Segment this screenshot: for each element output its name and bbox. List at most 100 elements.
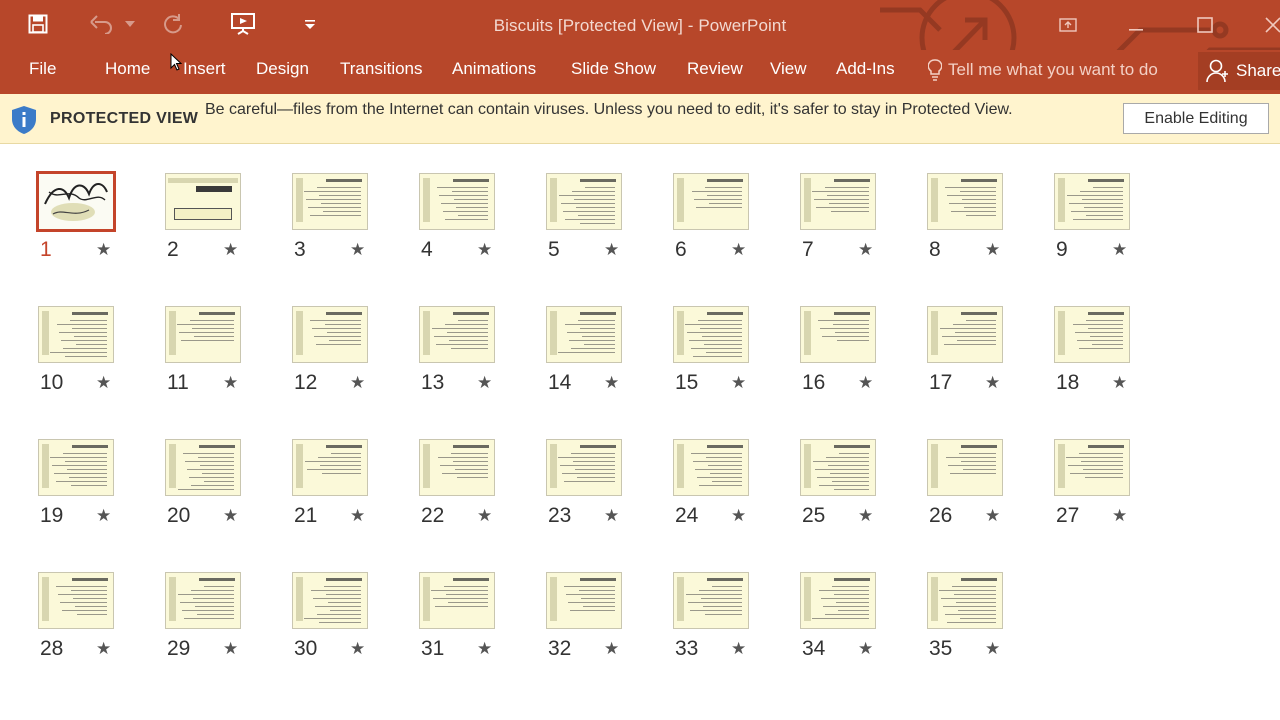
slide-thumbnail[interactable]: 19 ★ [38,439,118,533]
slide-thumbnail[interactable]: 28 ★ [38,572,118,666]
slide-sorter: 1 ★ 2 ★ 3 ★ 4 ★ 5 ★ 6 ★ 7 ★ 8 ★ 9 ★ 10 ★ 11 ★ 12 ★ 13 ★ 14 ★ 15 ★ 16 ★ 1… [0,145,1280,720]
star-icon[interactable]: ★ [604,373,619,393]
star-icon[interactable]: ★ [350,639,365,659]
star-icon[interactable]: ★ [985,240,1000,260]
slide-thumbnail[interactable]: 6 ★ [673,173,753,267]
enable-editing-button[interactable]: Enable Editing [1123,103,1269,134]
star-icon[interactable]: ★ [477,506,492,526]
slide-thumbnail[interactable]: 17 ★ [927,306,1007,400]
slide-thumbnail[interactable]: 14 ★ [546,306,626,400]
maximize-button[interactable] [1182,8,1228,42]
slide-number: 26 [929,504,953,527]
star-icon[interactable]: ★ [985,373,1000,393]
slide-thumbnail[interactable]: 21 ★ [292,439,372,533]
star-icon[interactable]: ★ [858,506,873,526]
tab-add-ins[interactable]: Add-Ins [836,59,895,79]
slide-thumbnail[interactable]: 15 ★ [673,306,753,400]
star-icon[interactable]: ★ [96,506,111,526]
slide-number: 15 [675,371,699,394]
tab-review[interactable]: Review [687,59,743,79]
slide-thumbnail[interactable]: 2 ★ [165,173,245,267]
star-icon[interactable]: ★ [350,373,365,393]
star-icon[interactable]: ★ [350,506,365,526]
slide-thumbnail[interactable]: 8 ★ [927,173,1007,267]
tab-design[interactable]: Design [256,59,309,79]
slide-thumbnail[interactable]: 18 ★ [1054,306,1134,400]
slide-thumbnail[interactable]: 12 ★ [292,306,372,400]
slide-number: 5 [548,238,560,261]
slide-preview [419,173,495,230]
star-icon[interactable]: ★ [350,240,365,260]
minimize-button[interactable] [1113,8,1159,42]
star-icon[interactable]: ★ [731,373,746,393]
tab-insert[interactable]: Insert [183,59,226,79]
star-icon[interactable]: ★ [1112,373,1127,393]
star-icon[interactable]: ★ [985,639,1000,659]
star-icon[interactable]: ★ [985,506,1000,526]
slide-thumbnail[interactable]: 1 ★ [36,171,118,267]
tell-me-search[interactable]: Tell me what you want to do [928,59,1158,81]
tab-home[interactable]: Home [105,59,150,79]
close-button[interactable] [1250,8,1280,42]
star-icon[interactable]: ★ [477,373,492,393]
slide-preview [1054,173,1130,230]
slide-thumbnail[interactable]: 13 ★ [419,306,499,400]
star-icon[interactable]: ★ [731,240,746,260]
slide-thumbnail[interactable]: 7 ★ [800,173,880,267]
star-icon[interactable]: ★ [1112,506,1127,526]
star-icon[interactable]: ★ [604,240,619,260]
close-icon [1265,17,1280,33]
slide-thumbnail[interactable]: 30 ★ [292,572,372,666]
star-icon[interactable]: ★ [731,506,746,526]
star-icon[interactable]: ★ [223,639,238,659]
slide-thumbnail[interactable]: 9 ★ [1054,173,1134,267]
minimize-icon [1129,29,1143,31]
star-icon[interactable]: ★ [858,240,873,260]
star-icon[interactable]: ★ [96,240,111,260]
share-button[interactable]: Share [1198,52,1280,90]
slide-thumbnail[interactable]: 20 ★ [165,439,245,533]
slide-thumbnail[interactable]: 11 ★ [165,306,245,400]
slide-thumbnail[interactable]: 31 ★ [419,572,499,666]
tab-slide-show[interactable]: Slide Show [571,59,656,79]
tab-file[interactable]: File [29,59,56,79]
star-icon[interactable]: ★ [477,240,492,260]
star-icon[interactable]: ★ [96,639,111,659]
star-icon[interactable]: ★ [858,373,873,393]
tab-view[interactable]: View [770,59,807,79]
star-icon[interactable]: ★ [477,639,492,659]
slide-thumbnail[interactable]: 16 ★ [800,306,880,400]
slide-thumbnail[interactable]: 10 ★ [38,306,118,400]
star-icon[interactable]: ★ [604,506,619,526]
star-icon[interactable]: ★ [858,639,873,659]
slide-number: 8 [929,238,941,261]
star-icon[interactable]: ★ [1112,240,1127,260]
slide-thumbnail[interactable]: 32 ★ [546,572,626,666]
star-icon[interactable]: ★ [223,373,238,393]
slide-thumbnail[interactable]: 5 ★ [546,173,626,267]
tab-animations[interactable]: Animations [452,59,536,79]
slide-thumbnail[interactable]: 27 ★ [1054,439,1134,533]
slide-thumbnail[interactable]: 4 ★ [419,173,499,267]
slide-number: 14 [548,371,572,394]
slide-thumbnail[interactable]: 33 ★ [673,572,753,666]
star-icon[interactable]: ★ [731,639,746,659]
slide-thumbnail[interactable]: 29 ★ [165,572,245,666]
slide-preview [927,572,1003,629]
slide-thumbnail[interactable]: 34 ★ [800,572,880,666]
slide-thumbnail[interactable]: 26 ★ [927,439,1007,533]
slide-thumbnail[interactable]: 22 ★ [419,439,499,533]
star-icon[interactable]: ★ [223,506,238,526]
tab-transitions[interactable]: Transitions [340,59,423,79]
ribbon-display-options-button[interactable] [1045,8,1091,42]
share-label: Share [1236,61,1280,80]
slide-thumbnail[interactable]: 25 ★ [800,439,880,533]
star-icon[interactable]: ★ [604,639,619,659]
star-icon[interactable]: ★ [223,240,238,260]
slide-number: 17 [929,371,953,394]
slide-thumbnail[interactable]: 3 ★ [292,173,372,267]
slide-thumbnail[interactable]: 24 ★ [673,439,753,533]
slide-thumbnail[interactable]: 23 ★ [546,439,626,533]
slide-thumbnail[interactable]: 35 ★ [927,572,1007,666]
star-icon[interactable]: ★ [96,373,111,393]
